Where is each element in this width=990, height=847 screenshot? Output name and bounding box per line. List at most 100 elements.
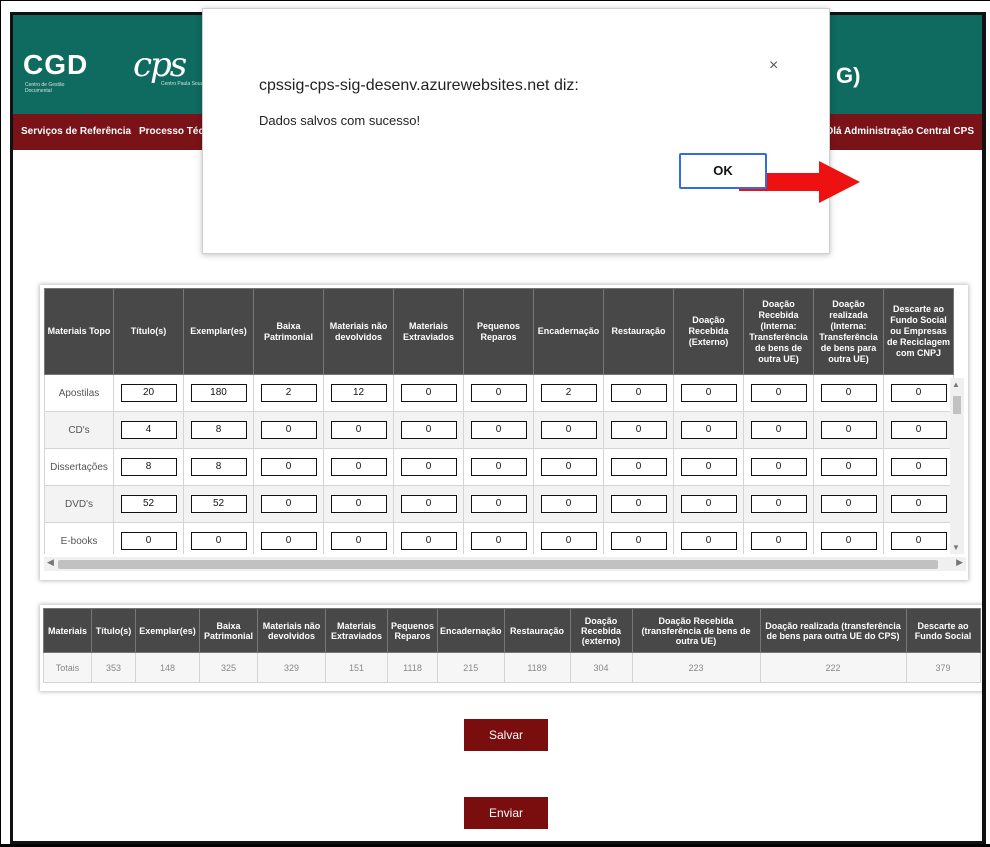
materials-table-cell: 0 (463, 485, 534, 523)
quantity-input[interactable]: 0 (190, 532, 247, 550)
quantity-input[interactable]: 0 (470, 384, 527, 402)
quantity-input[interactable]: 0 (610, 384, 667, 402)
quantity-input[interactable]: 0 (820, 532, 877, 550)
materials-table-cell: 0 (393, 485, 464, 523)
quantity-input[interactable]: 0 (680, 458, 737, 476)
quantity-input[interactable]: 0 (400, 495, 457, 513)
quantity-input[interactable]: 0 (890, 458, 947, 476)
quantity-input[interactable]: 0 (470, 421, 527, 439)
quantity-input[interactable]: 0 (890, 421, 947, 439)
quantity-input[interactable]: 2 (260, 384, 317, 402)
quantity-input[interactable]: 0 (610, 495, 667, 513)
materials-table-cell: 2 (533, 374, 604, 412)
close-icon[interactable]: × (769, 57, 778, 75)
materials-table-cell: 0 (813, 448, 884, 486)
vertical-scroll-thumb[interactable] (953, 396, 961, 414)
materials-table-cell: 0 (533, 411, 604, 449)
quantity-input[interactable]: 0 (120, 532, 177, 550)
materials-column-header: Descarte ao Fundo Social ou Empresas de … (883, 288, 954, 375)
quantity-input[interactable]: 20 (120, 384, 177, 402)
quantity-input[interactable]: 0 (470, 495, 527, 513)
save-button[interactable]: Salvar (464, 719, 548, 751)
scroll-up-icon[interactable]: ▲ (952, 380, 960, 389)
quantity-input[interactable]: 52 (120, 495, 177, 513)
quantity-input[interactable]: 0 (680, 495, 737, 513)
quantity-input[interactable]: 0 (400, 458, 457, 476)
vertical-scrollbar[interactable]: ▲ ▼ (950, 378, 964, 554)
quantity-input[interactable]: 0 (400, 421, 457, 439)
quantity-input[interactable]: 0 (750, 421, 807, 439)
scroll-left-icon[interactable]: ◀ (47, 557, 54, 568)
scroll-right-icon[interactable]: ▶ (956, 557, 963, 568)
quantity-input[interactable]: 8 (190, 458, 247, 476)
quantity-input[interactable]: 0 (540, 495, 597, 513)
materials-table-cell: 0 (603, 411, 674, 449)
totals-column-header: Doação Recebida (transferência de bens d… (631, 608, 761, 653)
send-button[interactable]: Enviar (464, 797, 548, 829)
totals-column-header: Doação realizada (transferência de bens … (759, 608, 907, 653)
quantity-input[interactable]: 0 (680, 532, 737, 550)
total-value: 1118 (387, 652, 438, 683)
quantity-input[interactable]: 0 (260, 458, 317, 476)
quantity-input[interactable]: 0 (820, 495, 877, 513)
alert-dialog-message: Dados salvos com sucesso! (259, 113, 421, 128)
quantity-input[interactable]: 0 (330, 532, 387, 550)
scroll-down-icon[interactable]: ▼ (952, 543, 960, 552)
quantity-input[interactable]: 180 (190, 384, 247, 402)
quantity-input[interactable]: 8 (120, 458, 177, 476)
materials-table-scroll-area[interactable]: Materiais Topo Título(s) Exemplar(es) Baixa… (44, 288, 966, 554)
quantity-input[interactable]: 0 (750, 458, 807, 476)
total-value: 148 (135, 652, 200, 683)
quantity-input[interactable]: 0 (890, 384, 947, 402)
quantity-input[interactable]: 0 (470, 532, 527, 550)
materials-table-cell: 0 (323, 448, 394, 486)
quantity-input[interactable]: 0 (610, 532, 667, 550)
ok-button[interactable]: OK (679, 153, 767, 189)
quantity-input[interactable]: 0 (680, 421, 737, 439)
alert-dialog-title: cpssig-cps-sig-desenv.azurewebsites.net … (259, 77, 579, 94)
quantity-input[interactable]: 0 (330, 495, 387, 513)
materials-table-cell: 12 (323, 374, 394, 412)
totals-row: Totais 353 148 325 329 151 1118 215 1189 304 223 22… (43, 652, 981, 683)
quantity-input[interactable]: 2 (540, 384, 597, 402)
totals-column-header: Descarte ao Fundo Social (905, 608, 981, 653)
quantity-input[interactable]: 0 (470, 458, 527, 476)
quantity-input[interactable]: 0 (610, 421, 667, 439)
quantity-input[interactable]: 0 (610, 458, 667, 476)
quantity-input[interactable]: 0 (330, 421, 387, 439)
quantity-input[interactable]: 0 (680, 384, 737, 402)
quantity-input[interactable]: 0 (400, 384, 457, 402)
total-value: 379 (905, 652, 981, 683)
quantity-input[interactable]: 0 (330, 458, 387, 476)
quantity-input[interactable]: 0 (890, 495, 947, 513)
quantity-input[interactable]: 0 (820, 384, 877, 402)
materials-table-row: Apostilas 20 180 2 12 0 0 2 0 0 0 0 0 (44, 374, 954, 412)
quantity-input[interactable]: 4 (120, 421, 177, 439)
horizontal-scrollbar[interactable]: ◀ ▶ (44, 557, 966, 571)
quantity-input[interactable]: 0 (260, 532, 317, 550)
quantity-input[interactable]: 0 (820, 458, 877, 476)
materials-table-cell: 0 (393, 374, 464, 412)
totals-column-header: Doação Recebida (externo) (569, 608, 633, 653)
nav-item-servicos-referencia[interactable]: Serviços de Referência (21, 126, 131, 137)
materials-table-cell: 0 (393, 522, 464, 554)
horizontal-scroll-thumb[interactable] (58, 560, 938, 569)
materials-table-cell: 0 (183, 522, 254, 554)
quantity-input[interactable]: 0 (260, 495, 317, 513)
materials-column-header: Materiais não devolvidos (323, 288, 394, 375)
quantity-input[interactable]: 52 (190, 495, 247, 513)
quantity-input[interactable]: 12 (330, 384, 387, 402)
user-greeting[interactable]: Olá Administração Central CPS (825, 126, 974, 137)
quantity-input[interactable]: 0 (750, 532, 807, 550)
quantity-input[interactable]: 0 (540, 458, 597, 476)
quantity-input[interactable]: 0 (400, 532, 457, 550)
quantity-input[interactable]: 0 (890, 532, 947, 550)
quantity-input[interactable]: 0 (540, 532, 597, 550)
quantity-input[interactable]: 0 (750, 495, 807, 513)
quantity-input[interactable]: 8 (190, 421, 247, 439)
quantity-input[interactable]: 0 (750, 384, 807, 402)
materials-table-cell: 8 (113, 448, 184, 486)
quantity-input[interactable]: 0 (540, 421, 597, 439)
quantity-input[interactable]: 0 (260, 421, 317, 439)
quantity-input[interactable]: 0 (820, 421, 877, 439)
